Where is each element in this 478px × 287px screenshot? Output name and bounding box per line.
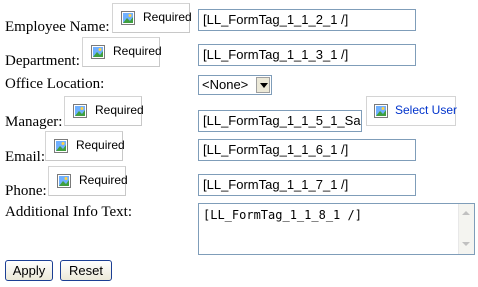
required-text: Required bbox=[143, 10, 192, 24]
phone-required: Required bbox=[48, 166, 128, 196]
chevron-down-icon[interactable] bbox=[256, 77, 270, 93]
manager-label: Manager: bbox=[5, 114, 63, 130]
department-input[interactable]: [LL_FormTag_1_1_3_1 /] bbox=[198, 44, 416, 66]
manager-input[interactable]: [LL_FormTag_1_1_5_1_Sa bbox=[198, 110, 362, 132]
textarea-scrollbar[interactable] bbox=[458, 204, 474, 254]
image-icon bbox=[91, 45, 105, 59]
scroll-up-icon[interactable] bbox=[461, 208, 472, 219]
reset-button[interactable]: Reset bbox=[60, 260, 112, 281]
additional-info-label: Additional Info Text: bbox=[5, 204, 132, 220]
office-location-select[interactable]: <None> bbox=[198, 75, 272, 95]
image-icon bbox=[54, 139, 68, 153]
department-required: Required bbox=[82, 37, 162, 67]
email-required: Required bbox=[45, 131, 125, 161]
image-icon bbox=[57, 174, 71, 188]
phone-label: Phone: bbox=[5, 183, 47, 199]
employee-name-required: Required bbox=[112, 3, 192, 33]
department-label: Department: bbox=[5, 53, 80, 69]
required-text: Required bbox=[95, 103, 144, 117]
employee-name-input[interactable]: [LL_FormTag_1_1_2_1 /] bbox=[198, 9, 416, 31]
office-location-selected: <None> bbox=[202, 77, 249, 92]
required-text: Required bbox=[113, 44, 162, 58]
apply-button[interactable]: Apply bbox=[5, 260, 53, 281]
image-icon bbox=[73, 104, 87, 118]
scroll-down-icon[interactable] bbox=[461, 239, 472, 250]
select-user-link[interactable]: Select User bbox=[395, 103, 457, 117]
additional-info-value: [LL_FormTag_1_1_8_1 /] bbox=[203, 208, 362, 222]
email-input[interactable]: [LL_FormTag_1_1_6_1 /] bbox=[198, 139, 416, 161]
required-text: Required bbox=[76, 138, 125, 152]
phone-input[interactable]: [LL_FormTag_1_1_7_1 /] bbox=[198, 174, 416, 196]
office-location-label: Office Location: bbox=[5, 76, 105, 92]
image-icon bbox=[374, 104, 388, 118]
email-label: Email: bbox=[5, 149, 45, 165]
image-icon bbox=[121, 11, 135, 25]
required-text: Required bbox=[79, 173, 128, 187]
employee-name-label: Employee Name: bbox=[5, 19, 110, 35]
manager-required: Required bbox=[64, 96, 144, 126]
additional-info-textarea[interactable]: [LL_FormTag_1_1_8_1 /] bbox=[198, 203, 475, 255]
select-user-button[interactable]: Select User bbox=[366, 96, 457, 126]
